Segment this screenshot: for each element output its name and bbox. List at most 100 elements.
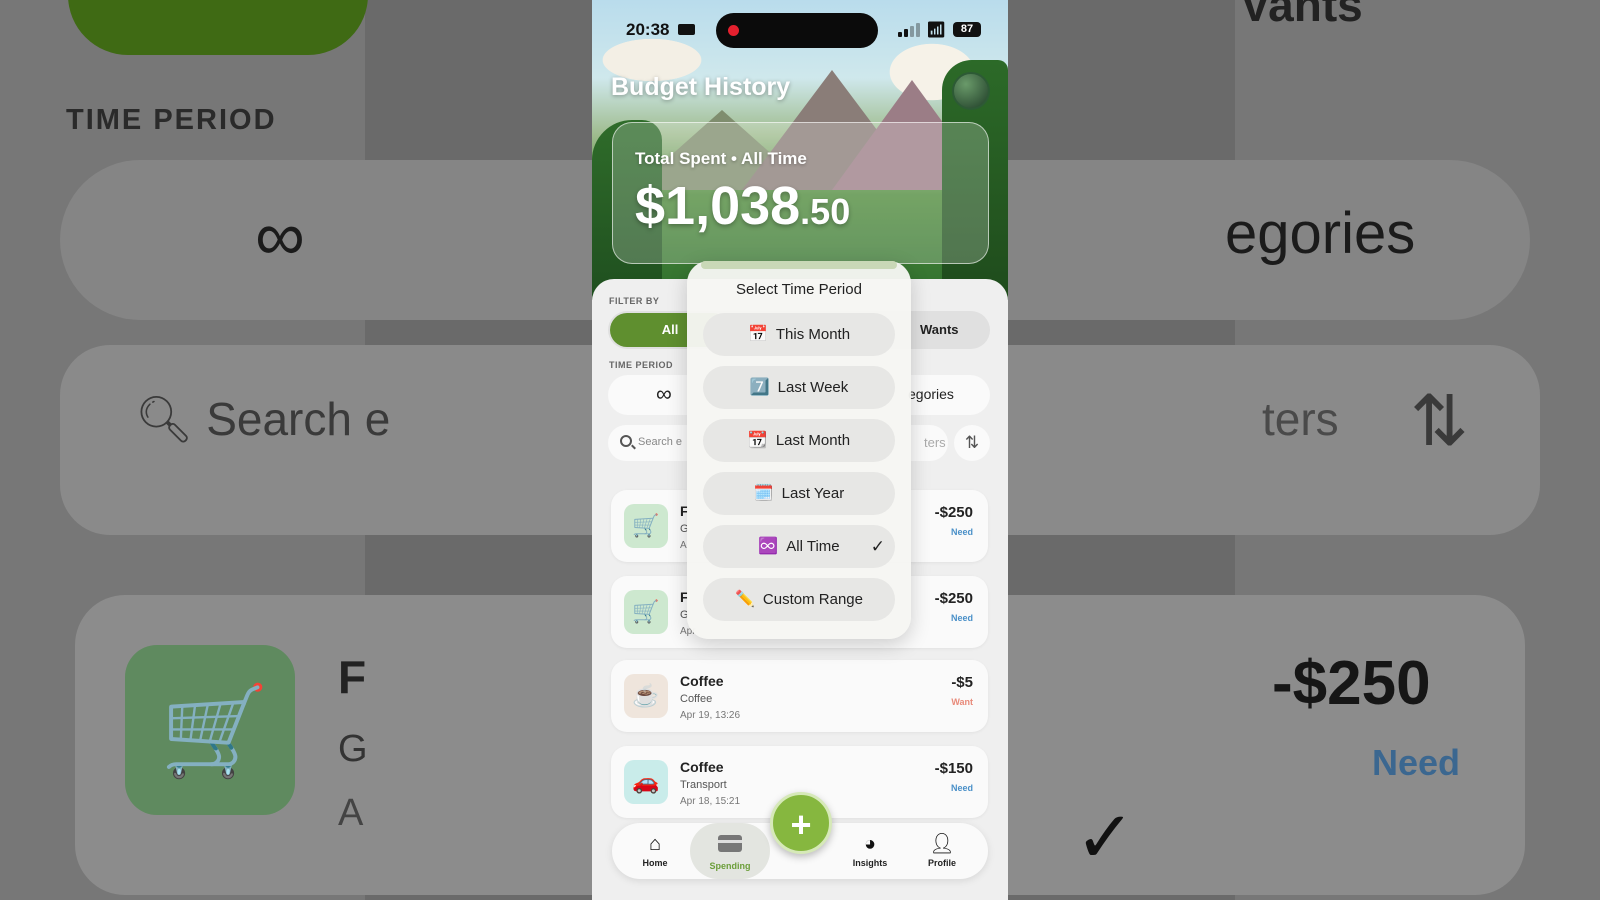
nav-insights[interactable]: ◕ Insights bbox=[835, 823, 905, 879]
nav-insights-label: Insights bbox=[852, 858, 888, 868]
transaction-category: Coffee bbox=[680, 693, 713, 705]
menu-item-label: Custom Range bbox=[762, 591, 863, 608]
menu-item-label: Last Month bbox=[775, 432, 851, 449]
bg-transaction-amount: -$250 bbox=[1272, 649, 1431, 718]
menu-item-label: This Month bbox=[775, 326, 851, 343]
transaction-tag: Need bbox=[950, 527, 973, 537]
menu-item-label: Last Year bbox=[781, 485, 845, 502]
menu-item-label: Last Week bbox=[777, 379, 849, 396]
status-bar: 20:38 📶︎ 87 bbox=[592, 0, 1008, 58]
total-spent-label: Total Spent • All Time bbox=[635, 149, 807, 168]
transaction-amount: -$5 bbox=[951, 674, 973, 691]
bg-transaction-name: F bbox=[338, 651, 367, 703]
coffee-icon: ☕ bbox=[624, 674, 668, 718]
transaction-tag: Want bbox=[951, 697, 973, 707]
nav-profile[interactable]: 👤︎ Profile bbox=[907, 823, 977, 879]
bg-transaction-date: A bbox=[338, 792, 364, 834]
bg-time-period-label: TIME PERIOD bbox=[66, 104, 277, 136]
bg-categories-text: egories bbox=[1225, 201, 1416, 266]
calendar-17-icon: 📅 bbox=[747, 326, 768, 343]
menu-item-custom-range[interactable]: ✏️ Custom Range bbox=[703, 578, 895, 621]
checkmark-icon: ✓ bbox=[870, 537, 885, 556]
menu-item-all-time[interactable]: ♾️ All Time ✓ bbox=[703, 525, 895, 568]
menu-item-content: 📆 Last Month bbox=[703, 419, 895, 462]
filters-button[interactable]: ters bbox=[924, 435, 946, 450]
spiral-calendar-icon: 🗓️ bbox=[753, 485, 774, 502]
menu-item-content: 📅 This Month bbox=[703, 313, 895, 356]
home-icon: ⌂ bbox=[648, 833, 662, 855]
shopping-cart-icon: 🛒 bbox=[624, 590, 668, 634]
infinity-icon: ♾️ bbox=[758, 538, 779, 555]
menu-item-content: ♾️ All Time bbox=[703, 525, 895, 568]
nav-home[interactable]: ⌂ Home bbox=[620, 823, 690, 879]
menu-item-label: All Time bbox=[786, 538, 840, 555]
page-title: Budget History bbox=[611, 73, 791, 101]
transaction-category: Transport bbox=[680, 779, 727, 791]
wifi-icon: 📶︎ bbox=[926, 22, 947, 39]
recording-dot-icon bbox=[728, 25, 739, 36]
bed-icon bbox=[678, 24, 695, 35]
add-transaction-button[interactable]: + bbox=[770, 792, 832, 854]
nav-home-label: Home bbox=[642, 858, 668, 868]
transaction-tag: Need bbox=[950, 783, 973, 793]
bg-wants-text: Vants bbox=[1240, 0, 1363, 31]
total-amount-whole: $1,038 bbox=[635, 176, 801, 236]
bg-infinity-icon: ∞ bbox=[255, 197, 305, 275]
shopping-cart-icon: 🛒 bbox=[624, 504, 668, 548]
search-icon bbox=[620, 435, 632, 447]
person-icon: 👤︎ bbox=[929, 833, 955, 855]
time-period-button[interactable]: ∞ bbox=[656, 381, 672, 407]
transaction-row[interactable]: ☕ Coffee Coffee Apr 19, 13:26 -$5 Want bbox=[611, 660, 988, 732]
menu-item-content: 🗓️ Last Year bbox=[703, 472, 895, 515]
search-placeholder: Search e bbox=[638, 436, 683, 448]
bg-transaction-category: G bbox=[338, 728, 368, 770]
tear-off-calendar-icon: 📆 bbox=[747, 432, 768, 449]
nav-profile-label: Profile bbox=[927, 858, 956, 868]
transaction-name: Coffee bbox=[680, 673, 724, 689]
menu-item-this-month[interactable]: 📅 This Month bbox=[703, 313, 895, 356]
battery-icon: 87 bbox=[953, 22, 981, 37]
bg-filters-text: ters bbox=[1262, 393, 1339, 445]
menu-item-content: ✏️ Custom Range bbox=[703, 578, 895, 621]
filter-by-label: FILTER BY bbox=[609, 296, 660, 306]
seven-icon: 7️⃣ bbox=[749, 379, 770, 396]
bg-all-pill bbox=[68, 0, 368, 55]
nav-spending-label: Spending bbox=[709, 861, 751, 871]
status-time: 20:38 bbox=[626, 20, 670, 39]
bg-search-text: 🔍︎ Search e bbox=[135, 393, 391, 445]
bg-checkmark-icon: ✓ bbox=[1075, 798, 1136, 878]
transaction-date: Apr 18, 15:21 bbox=[680, 796, 741, 807]
dropdown-title: Select Time Period bbox=[736, 281, 862, 298]
total-spent-card: Total Spent • All Time $1,038.50 bbox=[612, 122, 989, 264]
total-spent-amount: $1,038.50 bbox=[635, 175, 850, 237]
menu-item-last-month[interactable]: 📆 Last Month bbox=[703, 419, 895, 462]
time-period-dropdown: Select Time Period 📅 This Month 7️⃣ Last W… bbox=[687, 261, 911, 639]
car-icon: 🚗 bbox=[624, 760, 668, 804]
bg-shopping-cart-icon: 🛒 bbox=[160, 681, 270, 780]
filter-wants-button[interactable]: Wants bbox=[920, 311, 959, 349]
phone-screen: 20:38 📶︎ 87 Budget History Total Spent •… bbox=[592, 0, 1008, 900]
transaction-date: A bbox=[680, 540, 687, 551]
bg-sort-icon: ⇅ bbox=[1410, 382, 1469, 460]
credit-card-icon bbox=[718, 835, 742, 852]
menu-item-last-year[interactable]: 🗓️ Last Year bbox=[703, 472, 895, 515]
transaction-amount: -$150 bbox=[934, 760, 973, 777]
cellular-signal-icon bbox=[898, 23, 920, 37]
pie-chart-icon: ◕ bbox=[863, 833, 877, 855]
categories-button[interactable]: egories bbox=[908, 386, 954, 402]
time-period-label: TIME PERIOD bbox=[609, 360, 674, 370]
transaction-tag: Need bbox=[950, 613, 973, 623]
transaction-amount: -$250 bbox=[934, 590, 973, 607]
transaction-amount: -$250 bbox=[934, 504, 973, 521]
dynamic-island bbox=[716, 13, 878, 48]
transaction-name: Coffee bbox=[680, 759, 724, 775]
total-amount-cents: .50 bbox=[800, 191, 851, 232]
menu-item-last-week[interactable]: 7️⃣ Last Week bbox=[703, 366, 895, 409]
transaction-date: Apr 19, 13:26 bbox=[680, 710, 741, 721]
menu-item-content: 7️⃣ Last Week bbox=[703, 366, 895, 409]
nav-spending[interactable]: Spending bbox=[690, 823, 770, 879]
sort-button[interactable]: ⇅ bbox=[954, 425, 990, 461]
pencil-icon: ✏️ bbox=[735, 591, 755, 608]
bg-need-tag: Need bbox=[1372, 742, 1461, 783]
avatar[interactable] bbox=[952, 72, 990, 110]
